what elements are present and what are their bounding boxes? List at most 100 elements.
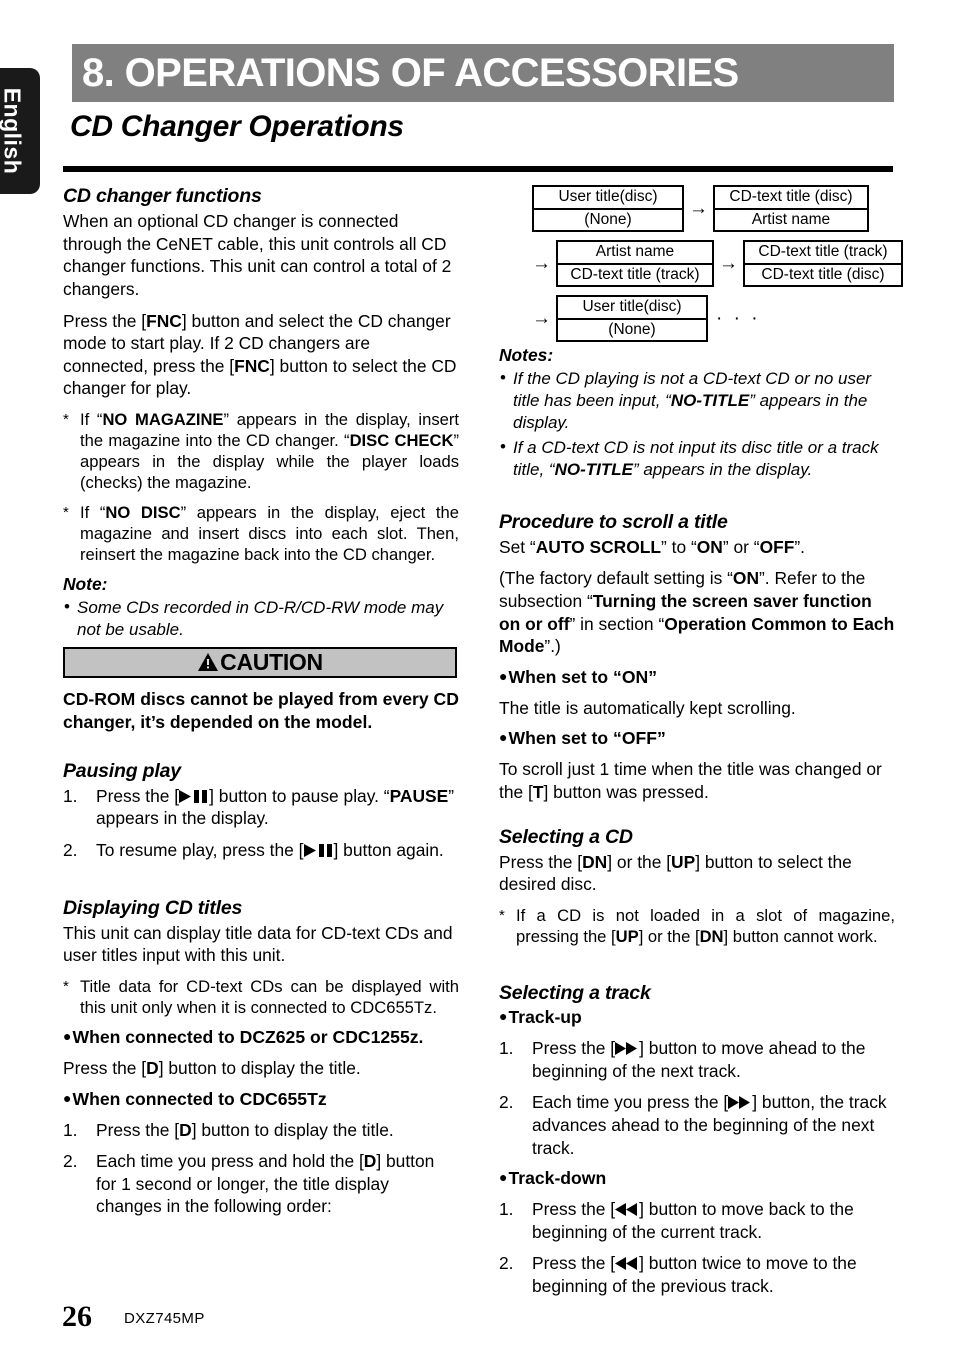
right-column: User title(disc) (None) → CD-text title … bbox=[499, 185, 903, 1307]
diagram-arrow-3: → bbox=[719, 253, 738, 274]
dot-heading-cdc655tz: ●When connected to CDC655Tz bbox=[63, 1089, 459, 1111]
dot-heading-track-up: ●Track-up bbox=[499, 1007, 895, 1029]
text-frag: Track-up bbox=[508, 1007, 582, 1028]
text-frag: When connected to DCZ625 or CDC1255z. bbox=[72, 1026, 424, 1047]
display-no-magazine: NO MAGAZINE bbox=[102, 410, 224, 429]
diagram-box-4-top: CD-text title (track) bbox=[745, 242, 901, 265]
diagram-box-2: CD-text title (disc) Artist name bbox=[713, 185, 869, 232]
dot-heading-dcz625: ●When connected to DCZ625 or CDC1255z. bbox=[63, 1027, 459, 1049]
list-marker: 2. bbox=[499, 1092, 514, 1113]
setting-auto-scroll: AUTO SCROLL bbox=[535, 536, 662, 557]
button-dn: DN bbox=[699, 927, 724, 947]
text-frag: ] button to pause play. “ bbox=[209, 785, 390, 806]
bullet-dot-icon: ● bbox=[499, 1169, 508, 1186]
text-frag: ”. bbox=[794, 536, 805, 557]
text-frag: Set “ bbox=[499, 536, 536, 557]
text-frag: To resume play, press the [ bbox=[96, 839, 304, 860]
value-on: ON bbox=[696, 536, 723, 557]
list-marker: 2. bbox=[63, 839, 78, 860]
heading-selecting-a-cd: Selecting a CD bbox=[499, 825, 633, 848]
model-name: DXZ745MP bbox=[124, 1310, 205, 1327]
text-frag: ] button to display the title. bbox=[191, 1119, 394, 1140]
list-marker: 1. bbox=[63, 785, 78, 806]
asterisk-note-slot-empty: * If a CD is not loaded in a slot of maga… bbox=[499, 905, 895, 947]
heading-displaying-cd-titles: Displaying CD titles bbox=[63, 896, 243, 919]
scroll-title-para-1: Set “AUTO SCROLL” to “ON” or “OFF”. bbox=[499, 536, 895, 559]
note-bullet-no-title-1: • If the CD playing is not a CD-text CD o… bbox=[499, 368, 895, 433]
bullet-marker: • bbox=[64, 597, 70, 617]
cd-changer-functions-para-2: Press the [FNC] button and select the CD… bbox=[63, 310, 459, 401]
fast-forward-icon bbox=[615, 1042, 638, 1056]
displaying-cd-titles-step-2: 2. Each time you press and hold the [D] b… bbox=[63, 1150, 459, 1218]
bullet-dot-icon: ● bbox=[63, 1027, 72, 1044]
list-marker: 2. bbox=[63, 1151, 78, 1172]
left-column: CD changer functions When an optional CD… bbox=[63, 185, 459, 1227]
dot-heading-set-off: ●When set to “OFF” bbox=[499, 728, 895, 750]
dot-heading-set-on: ●When set to “ON” bbox=[499, 667, 895, 689]
warning-triangle-icon bbox=[198, 652, 219, 671]
text-frag: ] button was pressed. bbox=[543, 782, 709, 803]
fast-forward-icon bbox=[728, 1096, 751, 1110]
pausing-play-step-2: 2. To resume play, press the [ ] button ag… bbox=[63, 839, 459, 862]
scroll-on-body: The title is automatically kept scrollin… bbox=[499, 697, 796, 718]
button-fnc-2: FNC bbox=[234, 355, 270, 376]
caution-body-text: CD-ROM discs cannot be played from every… bbox=[63, 688, 459, 732]
text-frag: Press the [ bbox=[532, 1199, 616, 1220]
diagram-box-3: Artist name CD-text title (track) bbox=[556, 240, 714, 287]
text-frag: When set to “OFF” bbox=[508, 728, 666, 749]
list-marker: 1. bbox=[499, 1038, 514, 1059]
diagram-box-4: CD-text title (track) CD-text title (dis… bbox=[743, 240, 903, 287]
section-divider bbox=[63, 166, 893, 172]
caution-label: CAUTION bbox=[220, 648, 323, 675]
text-frag: ] button again. bbox=[333, 839, 444, 860]
language-tab: English bbox=[0, 68, 40, 194]
track-up-step-2: 2. Each time you press the [] button, the… bbox=[499, 1091, 895, 1159]
text-frag: Each time you press the [ bbox=[532, 1092, 729, 1113]
text-frag: Title data for CD-text CDs can be displa… bbox=[80, 976, 459, 1017]
text-frag: Press the [ bbox=[63, 310, 147, 331]
button-d: D bbox=[363, 1151, 377, 1172]
text-frag: ] or the [ bbox=[638, 927, 700, 947]
caution-text: CAUTION bbox=[197, 648, 323, 675]
play-pause-icon bbox=[303, 843, 332, 857]
page-number: 26 bbox=[62, 1300, 92, 1333]
rewind-icon bbox=[615, 1257, 638, 1271]
displaying-cd-titles-para-2: Press the [D] button to display the titl… bbox=[63, 1057, 459, 1080]
text-frag: If “ bbox=[80, 410, 103, 429]
text-frag: ] or the [ bbox=[607, 851, 672, 872]
note-bullet-cdr: • Some CDs recorded in CD-R/CD-RW mode ma… bbox=[63, 597, 459, 641]
rewind-icon bbox=[615, 1203, 638, 1217]
diagram-arrow-4: → bbox=[532, 308, 551, 329]
bullet-dot-icon: ● bbox=[499, 729, 508, 746]
button-d: D bbox=[179, 1119, 192, 1140]
scroll-title-para-2: (The factory default setting is “ON”. Re… bbox=[499, 567, 895, 658]
cd-changer-functions-para-1: When an optional CD changer is connected… bbox=[63, 211, 452, 299]
bullet-marker: • bbox=[500, 368, 506, 387]
text-frag: Track-down bbox=[508, 1168, 607, 1189]
language-tab-label: English bbox=[0, 87, 26, 175]
note-label: Note: bbox=[63, 574, 108, 595]
diagram-box-5-top: User title(disc) bbox=[558, 297, 706, 320]
button-up: UP bbox=[671, 851, 696, 872]
diagram-box-5: User title(disc) (None) bbox=[556, 295, 708, 342]
text-frag: ” or “ bbox=[722, 536, 760, 557]
diagram-box-3-bottom: CD-text title (track) bbox=[570, 265, 700, 283]
asterisk-note-no-magazine: * If “NO MAGAZINE” appears in the display… bbox=[63, 409, 459, 493]
text-frag: Press the [ bbox=[63, 1057, 147, 1078]
value-off: OFF bbox=[759, 536, 795, 557]
display-pause: PAUSE bbox=[389, 785, 449, 806]
scroll-off-body: To scroll just 1 time when the title was… bbox=[499, 758, 895, 803]
text-frag: ”.) bbox=[544, 636, 561, 657]
text-frag: ] button cannot work. bbox=[723, 927, 878, 947]
diagram-box-1-bottom: (None) bbox=[584, 210, 632, 228]
text-frag: ” appears in the display. bbox=[632, 460, 813, 479]
heading-cd-changer-functions: CD changer functions bbox=[63, 185, 262, 207]
text-frag: ] button to display the title. bbox=[158, 1057, 361, 1078]
asterisk-note-no-disc: * If “NO DISC” appears in the display, ej… bbox=[63, 502, 459, 565]
list-marker: 2. bbox=[499, 1253, 514, 1274]
diagram-row-3: → User title(disc) (None) · · · bbox=[527, 295, 761, 342]
diagram-row-2: → Artist name CD-text title (track) → CD… bbox=[527, 240, 903, 287]
display-disc-check: DISC CHECK bbox=[349, 431, 454, 451]
heading-pausing-play: Pausing play bbox=[63, 759, 181, 782]
text-frag: When set to “ON” bbox=[508, 666, 658, 687]
